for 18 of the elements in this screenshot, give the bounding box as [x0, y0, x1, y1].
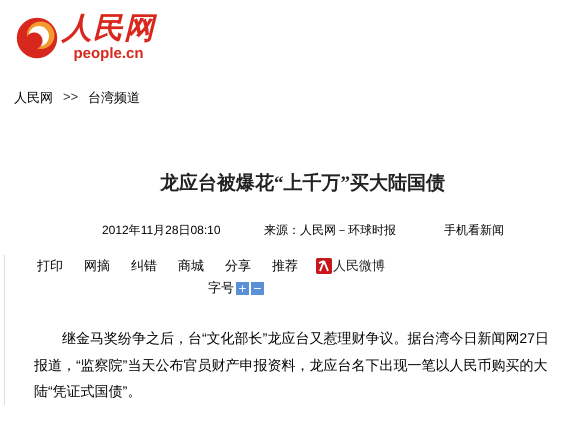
toolbar-link[interactable]: 商城 [178, 255, 204, 277]
article-paragraph: 继金马奖纷争之后，台“文化部长”龙应台又惹理财争议。据台湾今日新闻网27日报道，“监察院”当天公布官员财产申报资料，龙应台名下出现一笔以人民币购买的大陆“凭证式国债”。 [33, 329, 550, 401]
publish-date: 2012年11月28日08:10 [102, 222, 222, 238]
toolbar-link[interactable]: 推荐 [272, 255, 298, 277]
font-size-label: 字号 [208, 280, 234, 295]
mobile-news-link[interactable]: 手机看新闻 [444, 222, 504, 238]
breadcrumb-separator: >> [63, 89, 78, 106]
article-title: 龙应台被爆花“上千万”买大陆国债 [158, 172, 446, 196]
logo[interactable]: 人民网 people.cn [14, 14, 155, 61]
toolbar-link[interactable]: 纠错 [131, 255, 157, 277]
toolbar-link[interactable]: 打印 [37, 255, 63, 277]
breadcrumb-link[interactable]: 人民网 [14, 89, 53, 109]
article-source: 来源：人民网－环球时报 [264, 222, 397, 238]
breadcrumb-link[interactable]: 台湾频道 [88, 89, 140, 109]
toolbar-link[interactable]: 网摘 [84, 255, 110, 277]
weibo-icon[interactable] [316, 258, 332, 274]
toolbar-link[interactable]: 分享 [225, 255, 251, 277]
weibo-link[interactable]: 人民微博 [333, 255, 385, 277]
